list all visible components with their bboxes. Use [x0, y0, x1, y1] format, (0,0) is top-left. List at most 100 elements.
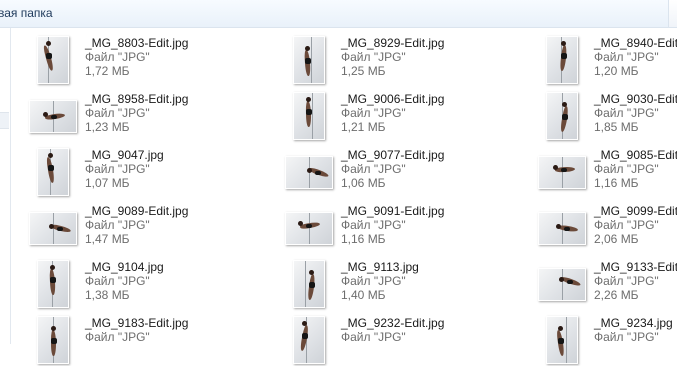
file-item[interactable]: _MG_9183-Edit.jpg Файл "JPG"	[29, 316, 269, 366]
file-name[interactable]: _MG_9085-Edit.jpg	[594, 148, 677, 162]
file-item[interactable]: _MG_9099-Edit.jpgФайл "JPG"2,06 МБ	[538, 204, 677, 254]
file-type: Файл "JPG"	[594, 218, 659, 232]
photo-thumbnail-image	[37, 148, 69, 196]
file-size: 1,20 МБ	[594, 64, 639, 78]
file-details: _MG_8929-Edit.jpg Файл "JPG" 1,25 МБ	[341, 36, 444, 78]
file-name[interactable]: _MG_9232-Edit.jpg	[341, 316, 444, 330]
file-type: Файл "JPG"	[341, 274, 406, 288]
file-name[interactable]: _MG_9183-Edit.jpg	[85, 316, 188, 330]
file-details: _MG_9232-Edit.jpg Файл "JPG"	[341, 316, 444, 344]
file-details: _MG_9006-Edit.jpg Файл "JPG" 1,21 МБ	[341, 92, 444, 134]
file-name[interactable]: _MG_9091-Edit.jpg	[341, 204, 444, 218]
new-folder-button[interactable]: вая папка	[0, 6, 53, 20]
file-item[interactable]: _MG_9077-Edit.jpg Файл "JPG" 1,06 МБ	[285, 148, 525, 198]
nav-pane-selected-item[interactable]	[0, 112, 9, 129]
file-size: 1,06 МБ	[341, 176, 386, 190]
file-item[interactable]: _MG_8803-Edit.jpg Файл "JPG" 1,72 МБ	[29, 36, 269, 86]
command-bar: вая папка	[0, 0, 677, 28]
file-name[interactable]: _MG_8958-Edit.jpg	[85, 92, 188, 106]
file-item[interactable]: _MG_9234.jpg Файл "JPG"	[538, 316, 677, 366]
file-thumbnail[interactable]	[285, 260, 333, 308]
file-name[interactable]: _MG_8803-Edit.jpg	[85, 36, 188, 50]
file-name[interactable]: _MG_8929-Edit.jpg	[341, 36, 444, 50]
file-thumbnail[interactable]	[538, 36, 586, 84]
file-thumbnail[interactable]	[285, 36, 333, 84]
file-thumbnail[interactable]	[29, 92, 77, 140]
photo-thumbnail-image	[293, 36, 325, 84]
pole-shape	[566, 317, 567, 363]
figure-head-shape	[307, 167, 312, 173]
file-item[interactable]: _MG_8929-Edit.jpg Файл "JPG" 1,25 МБ	[285, 36, 525, 86]
file-item[interactable]: _MG_9047.jpg Файл "JPG" 1,07 МБ	[29, 148, 269, 198]
file-type: Файл "JPG"	[594, 50, 659, 64]
file-item[interactable]: _MG_9089-Edit.jpg Файл "JPG" 1,47 МБ	[29, 204, 269, 254]
file-thumbnail[interactable]	[29, 204, 77, 252]
file-item[interactable]: _MG_9113.jpg Файл "JPG" 1,40 МБ	[285, 260, 525, 310]
file-name[interactable]: _MG_9099-Edit.jpg	[594, 204, 677, 218]
file-name[interactable]: _MG_8940-Edit.jpg	[594, 36, 677, 50]
file-item[interactable]: _MG_9085-Edit.jpgФайл "JPG"1,16 МБ	[538, 148, 677, 198]
file-type: Файл "JPG"	[85, 330, 150, 344]
file-size: 1,21 МБ	[341, 120, 386, 134]
figure-head-shape	[306, 97, 311, 102]
file-thumbnail[interactable]	[29, 36, 77, 84]
file-thumbnail[interactable]	[538, 204, 586, 252]
figure-suit-shape	[564, 226, 570, 231]
file-thumbnail[interactable]	[285, 316, 333, 364]
file-item[interactable]: _MG_9006-Edit.jpg Файл "JPG" 1,21 МБ	[285, 92, 525, 142]
figure-suit-shape	[306, 109, 312, 115]
figure-head-shape	[50, 265, 55, 270]
file-item[interactable]: _MG_8958-Edit.jpg Файл "JPG" 1,23 МБ	[29, 92, 269, 142]
file-thumbnail[interactable]	[538, 92, 586, 140]
file-thumbnail[interactable]	[285, 204, 333, 252]
file-details: _MG_8958-Edit.jpg Файл "JPG" 1,23 МБ	[85, 92, 188, 134]
help-button[interactable]	[668, 0, 677, 27]
file-details: _MG_9099-Edit.jpgФайл "JPG"2,06 МБ	[594, 204, 677, 246]
figure-suit-shape	[51, 338, 57, 344]
file-item[interactable]: _MG_9091-Edit.jpg Файл "JPG" 1,16 МБ	[285, 204, 525, 254]
pole-shape	[312, 93, 313, 139]
pole-shape	[305, 261, 306, 307]
file-thumbnail[interactable]	[538, 148, 586, 196]
file-details: _MG_9183-Edit.jpg Файл "JPG"	[85, 316, 188, 344]
navigation-pane[interactable]	[0, 28, 11, 344]
figure-head-shape	[562, 102, 567, 107]
file-thumbnail[interactable]	[538, 316, 586, 364]
figure-head-shape	[46, 41, 51, 46]
file-name[interactable]: _MG_9113.jpg	[341, 260, 419, 274]
file-name[interactable]: _MG_9089-Edit.jpg	[85, 204, 188, 218]
figure-head-shape	[49, 223, 54, 229]
file-thumbnail[interactable]	[29, 316, 77, 364]
file-item[interactable]: _MG_9232-Edit.jpg Файл "JPG"	[285, 316, 525, 366]
photo-thumbnail-image	[546, 36, 578, 84]
file-type: Файл "JPG"	[594, 162, 659, 176]
file-thumbnail[interactable]	[285, 92, 333, 140]
file-type: Файл "JPG"	[85, 218, 150, 232]
file-item[interactable]: _MG_9133-Edit.jpgФайл "JPG"2,26 МБ	[538, 260, 677, 310]
file-name[interactable]: _MG_9104.jpg	[85, 260, 164, 274]
file-name[interactable]: _MG_9030-Edit.jpg	[594, 92, 677, 106]
file-name[interactable]: _MG_9006-Edit.jpg	[341, 92, 444, 106]
file-type: Файл "JPG"	[85, 162, 150, 176]
file-name[interactable]: _MG_9047.jpg	[85, 148, 164, 162]
photo-thumbnail-image	[37, 316, 69, 364]
file-name[interactable]: _MG_9133-Edit.jpg	[594, 260, 677, 274]
file-item[interactable]: _MG_8940-Edit.jpgФайл "JPG"1,20 МБ	[538, 36, 677, 86]
file-type: Файл "JPG"	[85, 50, 150, 64]
photo-thumbnail-image	[285, 211, 333, 245]
file-type: Файл "JPG"	[341, 330, 406, 344]
file-item[interactable]: _MG_9030-Edit.jpgФайл "JPG"1,85 МБ	[538, 92, 677, 142]
file-thumbnail[interactable]	[29, 148, 77, 196]
file-thumbnail[interactable]	[29, 260, 77, 308]
file-name[interactable]: _MG_9077-Edit.jpg	[341, 148, 444, 162]
photo-thumbnail-image	[29, 99, 77, 133]
file-size: 1,16 МБ	[341, 232, 386, 246]
figure-suit-shape	[561, 53, 567, 59]
file-item[interactable]: _MG_9104.jpg Файл "JPG" 1,38 МБ	[29, 260, 269, 310]
file-details: _MG_9104.jpg Файл "JPG" 1,38 МБ	[85, 260, 164, 302]
file-name[interactable]: _MG_9234.jpg	[594, 316, 673, 330]
file-type: Файл "JPG"	[85, 274, 150, 288]
file-details: _MG_9077-Edit.jpg Файл "JPG" 1,06 МБ	[341, 148, 444, 190]
file-thumbnail[interactable]	[538, 260, 586, 308]
file-thumbnail[interactable]	[285, 148, 333, 196]
